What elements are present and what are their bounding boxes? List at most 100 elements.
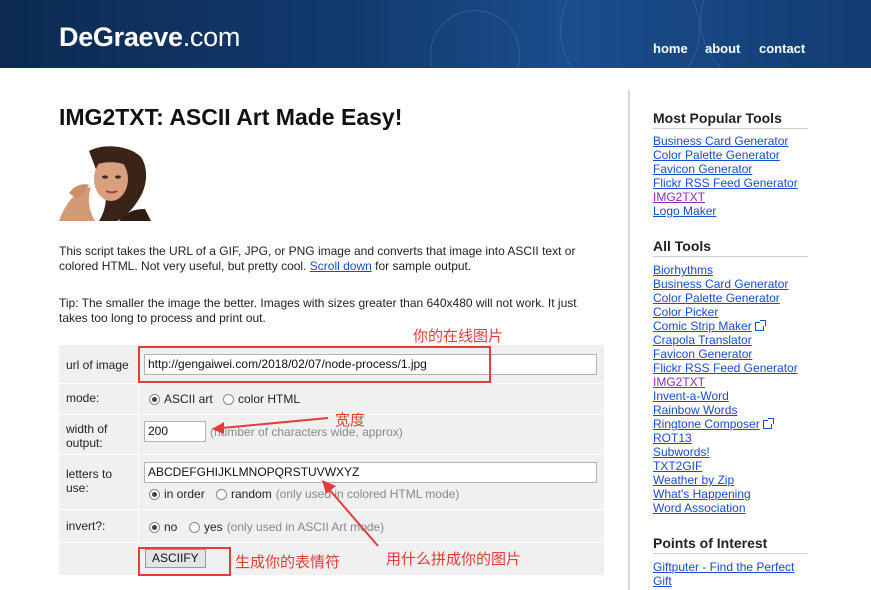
column-divider: [628, 90, 630, 590]
list-item: Crapola Translator: [653, 333, 798, 347]
sidebar-rule: [653, 128, 808, 129]
nav-home[interactable]: home: [653, 41, 688, 56]
list-item: Rainbow Words: [653, 403, 798, 417]
scroll-down-link[interactable]: Scroll down: [310, 259, 372, 273]
tool-img2txt-link[interactable]: IMG2TXT: [653, 375, 705, 389]
invert-no-option[interactable]: no: [149, 520, 177, 534]
intro-text-end: for sample output.: [375, 259, 472, 273]
annotation-submit-note: 生成你的表情符: [235, 553, 341, 571]
header-decoration: [430, 10, 520, 68]
tool-comic-strip-link[interactable]: Comic Strip Maker: [653, 319, 752, 333]
list-item: Weather by Zip: [653, 473, 798, 487]
popular-color-palette-generator-link[interactable]: Color Palette Generator: [653, 148, 780, 162]
list-item: Logo Maker: [653, 204, 798, 218]
form-row-mode: mode: ASCII art color HTML: [59, 384, 604, 415]
points-of-interest-list: Giftputer - Find the Perfect Gift: [653, 560, 813, 588]
mode-color-option[interactable]: color HTML: [223, 392, 300, 406]
list-item: ROT13: [653, 431, 798, 445]
invert-no-radio[interactable]: [149, 521, 160, 533]
tool-business-card-link[interactable]: Business Card Generator: [653, 277, 788, 291]
list-item: Business Card Generator: [653, 277, 798, 291]
sample-portrait-image: [59, 143, 151, 221]
submit-label-cell: [59, 543, 139, 575]
width-input[interactable]: 200: [144, 421, 206, 442]
popular-flickr-rss-link[interactable]: Flickr RSS Feed Generator: [653, 176, 798, 190]
tool-txt2gif-link[interactable]: TXT2GIF: [653, 459, 702, 473]
nav-about[interactable]: about: [705, 41, 740, 56]
mode-ascii-option[interactable]: ASCII art: [149, 392, 213, 406]
logo-domain: .com: [182, 22, 241, 52]
page-title: IMG2TXT: ASCII Art Made Easy!: [59, 104, 403, 130]
tool-flickr-rss-link[interactable]: Flickr RSS Feed Generator: [653, 361, 798, 375]
mode-ascii-radio[interactable]: [149, 393, 160, 405]
list-item: Color Palette Generator: [653, 291, 798, 305]
list-item: Ringtone Composer: [653, 417, 798, 431]
annotation-box-url: [138, 346, 491, 383]
external-link-icon: [762, 418, 774, 429]
list-item: TXT2GIF: [653, 459, 798, 473]
popular-favicon-generator-link[interactable]: Favicon Generator: [653, 162, 752, 176]
nav-contact[interactable]: contact: [759, 41, 805, 56]
invert-label: invert?:: [59, 510, 139, 542]
points-of-interest-heading: Points of Interest: [653, 535, 768, 551]
site-header: DeGraeve.com home about contact: [0, 0, 871, 68]
header-decoration: [700, 0, 871, 68]
invert-no-label: no: [164, 520, 178, 534]
mode-color-label: color HTML: [238, 392, 301, 406]
mode-color-radio[interactable]: [223, 393, 234, 405]
annotation-box-submit: [138, 547, 231, 576]
annotation-url-note: 你的在线图片: [413, 327, 504, 345]
letters-label: letters to use:: [59, 455, 139, 509]
form-row-width: width of output: 200 (number of characte…: [59, 415, 604, 455]
logo-bold: DeGraeve: [59, 22, 183, 52]
list-item: Favicon Generator: [653, 347, 798, 361]
order-in-order-radio[interactable]: [149, 488, 160, 500]
tool-whats-happening-link[interactable]: What's Happening: [653, 487, 751, 501]
list-item: Biorhythms: [653, 263, 798, 277]
invert-yes-label: yes: [204, 520, 223, 534]
tool-color-picker-link[interactable]: Color Picker: [653, 305, 718, 319]
tool-crapola-link[interactable]: Crapola Translator: [653, 333, 752, 347]
external-link-icon: [754, 320, 766, 331]
url-label: url of image: [59, 345, 139, 383]
poi-giftputer-link[interactable]: Giftputer - Find the Perfect Gift: [653, 560, 794, 588]
mode-ascii-label: ASCII art: [164, 392, 213, 406]
tool-word-association-link[interactable]: Word Association: [653, 501, 746, 515]
sidebar-rule: [653, 256, 808, 257]
list-item: Giftputer - Find the Perfect Gift: [653, 560, 813, 588]
intro-paragraph: This script takes the URL of a GIF, JPG,…: [59, 244, 589, 274]
list-item: Flickr RSS Feed Generator: [653, 176, 798, 190]
popular-logo-maker-link[interactable]: Logo Maker: [653, 204, 716, 218]
tool-rainbow-words-link[interactable]: Rainbow Words: [653, 403, 737, 417]
site-logo[interactable]: DeGraeve.com: [59, 22, 240, 53]
sidebar-rule: [653, 553, 808, 554]
list-item: Invent-a-Word: [653, 389, 798, 403]
annotation-width-note: 宽度: [335, 411, 366, 429]
tool-weather-by-zip-link[interactable]: Weather by Zip: [653, 473, 734, 487]
list-item: Favicon Generator: [653, 162, 798, 176]
tool-color-palette-link[interactable]: Color Palette Generator: [653, 291, 780, 305]
tool-subwords-link[interactable]: Subwords!: [653, 445, 710, 459]
list-item: Flickr RSS Feed Generator: [653, 361, 798, 375]
popular-tools-heading: Most Popular Tools: [653, 110, 782, 126]
mode-label: mode:: [59, 384, 139, 414]
popular-business-card-generator-link[interactable]: Business Card Generator: [653, 134, 788, 148]
list-item: Color Picker: [653, 305, 798, 319]
header-decoration: [560, 0, 700, 68]
list-item: Color Palette Generator: [653, 148, 798, 162]
annotation-arrow-width: [212, 417, 329, 434]
list-item: Subwords!: [653, 445, 798, 459]
tool-invent-a-word-link[interactable]: Invent-a-Word: [653, 389, 729, 403]
tool-favicon-link[interactable]: Favicon Generator: [653, 347, 752, 361]
order-random-radio[interactable]: [216, 488, 227, 500]
tool-rot13-link[interactable]: ROT13: [653, 431, 692, 445]
list-item: Word Association: [653, 501, 798, 515]
order-in-order-option[interactable]: in order: [149, 487, 205, 501]
all-tools-list: Biorhythms Business Card Generator Color…: [653, 263, 798, 515]
invert-yes-radio[interactable]: [189, 521, 200, 533]
popular-img2txt-link[interactable]: IMG2TXT: [653, 190, 705, 204]
tool-ringtone-composer-link[interactable]: Ringtone Composer: [653, 417, 760, 431]
tool-biorhythms-link[interactable]: Biorhythms: [653, 263, 713, 277]
list-item: What's Happening: [653, 487, 798, 501]
list-item: Business Card Generator: [653, 134, 798, 148]
